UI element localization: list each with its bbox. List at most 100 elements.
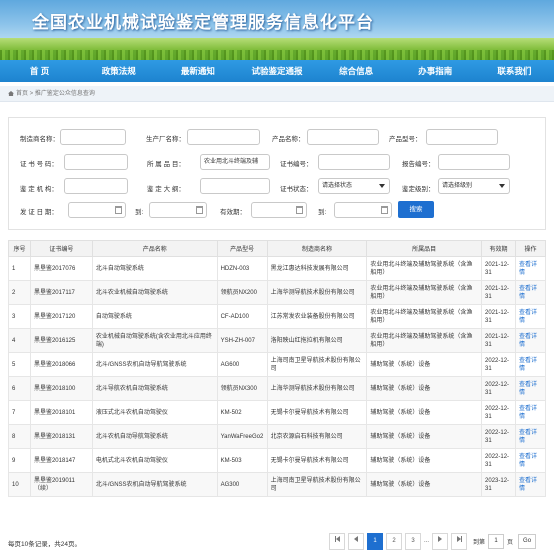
cell-no: 5 (8, 352, 31, 377)
cert-no-label: 证 书 号 码： (20, 161, 58, 168)
producer-label: 生产厂名称： (146, 136, 185, 143)
table-row: 8 黑垦鉴2018131 北斗农机自动导航驾驶系统 YanWaFreeGo2 北京农源启… (8, 424, 547, 449)
table-row: 10 黑垦鉴2019011（续） 北斗/GNSS农机自动导航驾驶系统 AG300 上海司… (8, 472, 547, 497)
view-details-link[interactable]: 查看详情 (519, 430, 537, 444)
cell-cat: 辅助驾驶（系统）设备 (366, 448, 483, 473)
go-button[interactable]: Go (518, 533, 537, 549)
cell-op: 查看详情 (514, 376, 547, 401)
cell-cert: 黑垦鉴2017117 (29, 280, 93, 305)
page-button-3[interactable]: 3 (405, 532, 421, 550)
level-select[interactable]: 请选择级别 (438, 178, 510, 194)
cell-cat: 农业用北斗终端及辅助驾驶系统（含渔船用） (366, 280, 483, 305)
search-button[interactable]: 搜索 (398, 201, 434, 218)
col-header-cert: 证书编号 (29, 240, 93, 257)
view-details-link[interactable]: 查看详情 (519, 262, 537, 276)
manufacturer-input[interactable] (60, 129, 126, 145)
col-header-maker: 制造商名称 (266, 240, 368, 257)
page-button-1[interactable]: 1 (367, 532, 383, 550)
chevron-down-icon (379, 184, 385, 188)
cell-model: CF-AD100 (216, 304, 268, 329)
cert-id-input[interactable] (318, 154, 390, 170)
cell-model: KM-503 (216, 448, 268, 473)
report-no-input[interactable] (438, 154, 510, 170)
view-details-link[interactable]: 查看详情 (519, 358, 537, 372)
breadcrumb-home[interactable]: 首页 (16, 91, 28, 97)
producer-input[interactable] (187, 129, 260, 145)
model-input[interactable] (426, 129, 498, 145)
results-table: 序号 证书编号 产品名称 产品型号 制造商名称 所属品目 有效期 操作 1 黑垦鉴… (8, 240, 547, 497)
table-row: 9 黑垦鉴2018147 电机式北斗农机自动驾驶仪 KM-503 无锡卡尔曼导航技术有限… (8, 448, 547, 473)
home-icon (8, 91, 14, 96)
validity-to-label: 到: (318, 209, 327, 216)
category-input[interactable]: 农业用北斗终端及辅 (200, 154, 270, 170)
calendar-icon (115, 206, 122, 214)
view-details-link[interactable]: 查看详情 (519, 478, 537, 492)
cell-op: 查看详情 (514, 256, 547, 281)
cell-name: 液压式北斗农机自动驾驶仪 (91, 400, 218, 425)
level-select-value: 请选择级别 (442, 183, 473, 189)
cell-op: 查看详情 (514, 328, 547, 353)
agency-input[interactable] (64, 178, 128, 194)
view-details-link[interactable]: 查看详情 (519, 454, 537, 468)
nav-guide[interactable]: 办事指南 (396, 60, 475, 82)
cell-cert: 黑垦鉴2017076 (29, 256, 93, 281)
calendar-icon (196, 206, 203, 214)
nav-policy[interactable]: 政策法规 (79, 60, 158, 82)
nav-home[interactable]: 首 页 (0, 60, 79, 82)
cell-cert: 黑垦鉴2018100 (29, 376, 93, 401)
view-details-link[interactable]: 查看详情 (519, 310, 537, 324)
breadcrumb: 首页 > 推广鉴定公众信息查询 (0, 86, 554, 102)
cell-maker: 黑龙江惠达科技发展有限公司 (266, 256, 368, 281)
validity-end-input[interactable] (334, 202, 392, 218)
col-header-category: 所属品目 (366, 240, 483, 257)
issue-date-end-input[interactable] (149, 202, 207, 218)
page-unit-label: 页 (507, 539, 514, 546)
cell-valid: 2022-12-31 (481, 376, 516, 401)
breadcrumb-separator: > (28, 91, 35, 97)
pager-ellipsis: ... (424, 538, 430, 544)
view-details-link[interactable]: 查看详情 (519, 382, 537, 396)
col-header-action: 操作 (514, 240, 547, 257)
cell-cat: 辅助驾驶（系统）设备 (366, 472, 483, 497)
cell-op: 查看详情 (514, 472, 547, 497)
pagination: 1 2 3 ... 到第 1 页 Go (329, 532, 537, 550)
cell-op: 查看详情 (514, 352, 547, 377)
cell-cat: 农业用北斗终端及辅助驾驶系统（含渔船用） (366, 304, 483, 329)
nav-notice[interactable]: 最新通知 (158, 60, 237, 82)
table-row: 5 黑垦鉴2018066 北斗/GNSS农机自动导航驾驶系统 AG600 上海司南卫星导… (8, 352, 547, 377)
cell-cert: 黑垦鉴2018131 (29, 424, 93, 449)
view-details-link[interactable]: 查看详情 (519, 286, 537, 300)
cell-valid: 2021-12-31 (481, 280, 516, 305)
cell-name: 北斗农业机械自动驾驶系统 (91, 280, 218, 305)
issue-date-start-input[interactable] (68, 202, 126, 218)
first-page-button[interactable] (329, 532, 345, 550)
cell-valid: 2022-12-31 (481, 400, 516, 425)
col-header-no[interactable]: 序号 (8, 240, 31, 257)
goto-page-input[interactable]: 1 (488, 533, 505, 549)
cell-cat: 辅助驾驶（系统）设备 (366, 400, 483, 425)
cell-cat: 农业用北斗终端及辅助驾驶系统（含渔船用） (366, 328, 483, 353)
nav-bulletin[interactable]: 试验鉴定通报 (237, 60, 316, 82)
next-page-button[interactable] (432, 532, 449, 550)
cert-no-input[interactable] (64, 154, 128, 170)
validity-start-input[interactable] (251, 202, 307, 218)
nav-info[interactable]: 综合信息 (317, 60, 396, 82)
product-name-input[interactable] (307, 129, 379, 145)
view-details-link[interactable]: 查看详情 (519, 334, 537, 348)
nav-contact[interactable]: 联系我们 (475, 60, 554, 82)
cell-op: 查看详情 (514, 448, 547, 473)
outline-input[interactable] (200, 178, 270, 194)
cell-no: 10 (8, 472, 31, 497)
cell-cert: 黑垦鉴2018147 (29, 448, 93, 473)
cell-name: 电机式北斗农机自动驾驶仪 (91, 448, 218, 473)
page-button-2[interactable]: 2 (386, 532, 402, 550)
category-label: 所 属 品 目： (147, 161, 185, 168)
product-name-label: 产品名称： (272, 136, 305, 143)
status-select[interactable]: 请选择状态 (318, 178, 390, 194)
last-page-button[interactable] (451, 532, 468, 550)
cell-name: 北斗导航农机自动驾驶系统 (91, 376, 218, 401)
prev-page-button[interactable] (348, 532, 364, 550)
col-header-name: 产品名称 (91, 240, 218, 257)
view-details-link[interactable]: 查看详情 (519, 406, 537, 420)
cell-maker: 江苏常发农业装备股份有限公司 (266, 304, 368, 329)
